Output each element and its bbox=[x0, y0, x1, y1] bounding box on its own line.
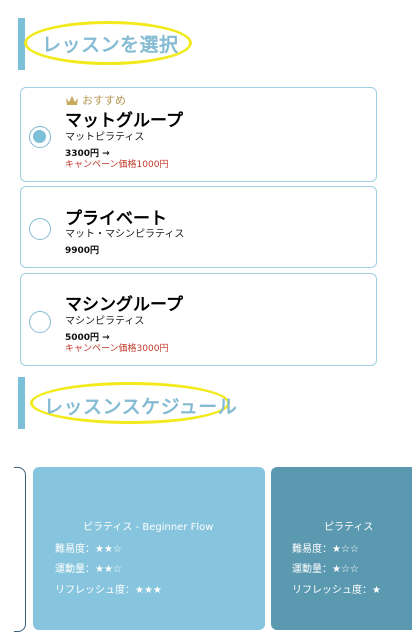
lesson-select-header: レッスンを選択 bbox=[0, 18, 412, 70]
radio-mat-group[interactable] bbox=[29, 126, 51, 148]
section-title-schedule: レッスンスケジュール bbox=[44, 396, 238, 418]
exercise-rating: 運動量：★★☆ bbox=[55, 564, 122, 575]
lesson-card-machine-group[interactable]: マシングループ マシンピラティス 5000円 → キャンペーン価格3000円 bbox=[20, 273, 377, 366]
schedule-title: ピラティス - Beginner Flow bbox=[83, 522, 214, 533]
refresh-rating: リフレッシュ度：★★★ bbox=[55, 585, 162, 596]
schedule-card[interactable]: ピラティス 難易度：★☆☆ 運動量：★☆☆ リフレッシュ度：★ bbox=[271, 467, 412, 630]
refresh-rating: リフレッシュ度：★ bbox=[292, 585, 381, 596]
lesson-price: 9900円 bbox=[65, 246, 100, 256]
lesson-card-mat-group[interactable]: おすすめ マットグループ マットピラティス 3300円 → キャンペーン価格10… bbox=[20, 87, 377, 182]
difficulty-rating: 難易度：★★☆ bbox=[55, 544, 122, 555]
schedule-header: レッスンスケジュール bbox=[0, 377, 412, 429]
lesson-subtitle: マットピラティス bbox=[65, 132, 145, 143]
radio-private[interactable] bbox=[29, 218, 51, 240]
schedule-card[interactable]: ピラティス - Beginner Flow 難易度：★★☆ 運動量：★★☆ リフ… bbox=[33, 467, 265, 630]
lesson-subtitle: マシンピラティス bbox=[65, 316, 145, 327]
lesson-subtitle: マット・マシンピラティス bbox=[65, 229, 185, 240]
difficulty-rating: 難易度：★☆☆ bbox=[292, 544, 359, 555]
radio-machine-group[interactable] bbox=[29, 311, 51, 333]
carousel-bracket bbox=[14, 467, 26, 632]
campaign-price: キャンペーン価格1000円 bbox=[65, 160, 169, 170]
lesson-card-private[interactable]: プライベート マット・マシンピラティス 9900円 bbox=[20, 186, 377, 268]
crown-icon bbox=[66, 95, 78, 105]
campaign-price: キャンペーン価格3000円 bbox=[65, 344, 169, 354]
section-title-lesson-select: レッスンを選択 bbox=[42, 34, 179, 56]
section-accent-bar bbox=[18, 377, 25, 429]
exercise-rating: 運動量：★☆☆ bbox=[292, 564, 359, 575]
schedule-title: ピラティス bbox=[324, 522, 374, 533]
